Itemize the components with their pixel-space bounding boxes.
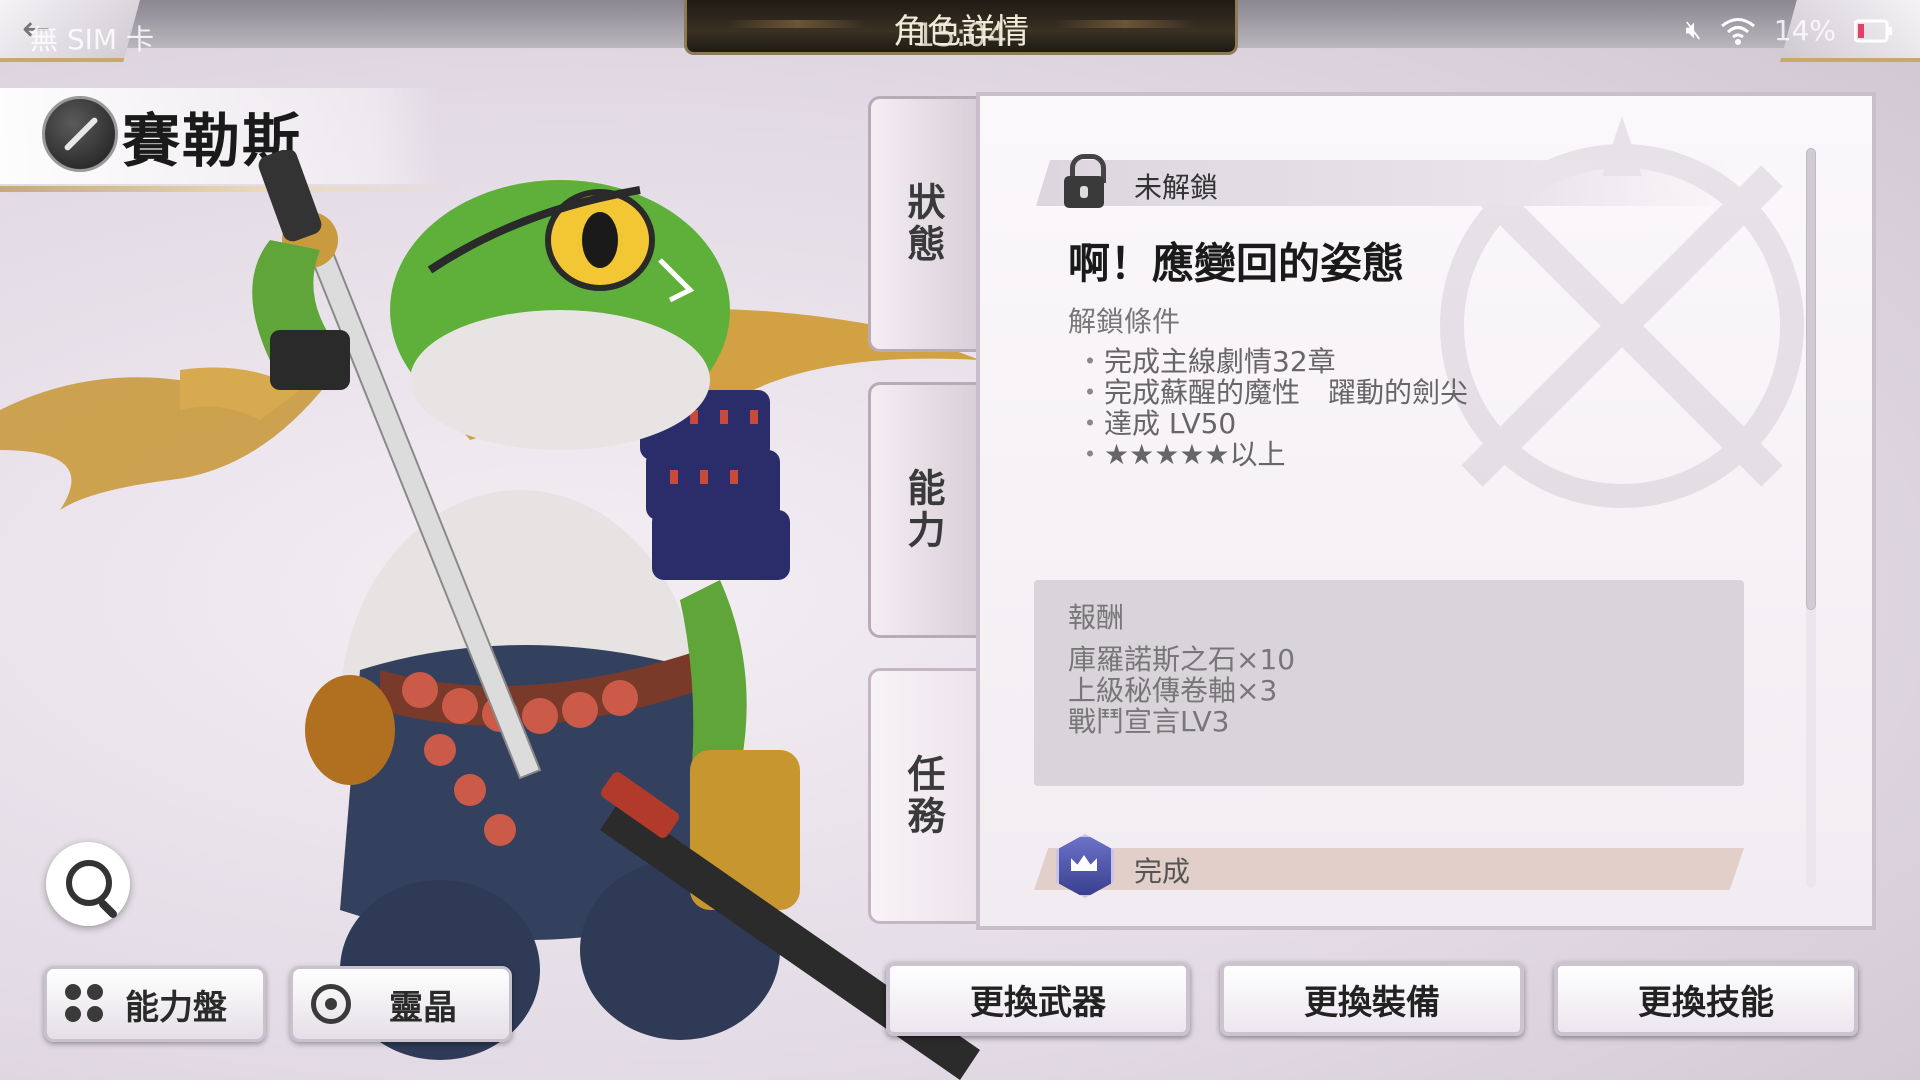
spirit-crystal-label: 靈晶 xyxy=(389,987,457,1028)
zoom-button[interactable] xyxy=(46,842,130,926)
tab-status[interactable]: 狀態 xyxy=(868,96,976,352)
tab-status-label: 狀態 xyxy=(901,182,946,266)
character-art xyxy=(0,150,980,1080)
search-icon-handle xyxy=(97,898,119,920)
carrier-text: 無 SIM 卡 xyxy=(30,23,154,56)
scrollbar[interactable] xyxy=(1806,148,1816,888)
lock-icon xyxy=(1062,154,1106,210)
quest-panel: 未解鎖 啊！應變回的姿態 解鎖條件 完成主線劇情32章 完成蘇醒的魔性 躍動的劍… xyxy=(976,92,1876,930)
reward-item: 庫羅諾斯之石×10 xyxy=(1068,643,1296,676)
change-equipment-button[interactable]: 更換裝備 xyxy=(1220,962,1524,1036)
ability-board-button[interactable]: 能力盤 xyxy=(44,966,266,1042)
completion-label: 完成 xyxy=(1134,855,1191,888)
battery-percent: 14% xyxy=(1773,14,1836,47)
search-icon xyxy=(66,860,112,906)
condition-item: 完成蘇醒的魔性 躍動的劍尖 xyxy=(1076,377,1468,408)
reward-list: 庫羅諾斯之石×10 上級秘傳卷軸×3 戰鬥宣言LV3 xyxy=(1068,644,1295,737)
change-weapon-button[interactable]: 更換武器 xyxy=(886,962,1190,1036)
reward-label: 報酬 xyxy=(1068,601,1125,634)
reward-box: 報酬 庫羅諾斯之石×10 上級秘傳卷軸×3 戰鬥宣言LV3 xyxy=(1034,580,1744,786)
tab-ability[interactable]: 能力 xyxy=(868,382,976,638)
title-plate: 角色詳情 15:04 xyxy=(684,0,1238,55)
change-skill-button[interactable]: 更換技能 xyxy=(1554,962,1858,1036)
ability-board-label: 能力盤 xyxy=(125,987,227,1028)
spirit-crystal-button[interactable]: 靈晶 xyxy=(290,966,512,1042)
system-icons: 🔇︎ 14% xyxy=(1685,14,1894,47)
lock-status: 未解鎖 xyxy=(1134,171,1219,204)
tab-quest[interactable]: 任務 xyxy=(868,668,976,924)
condition-list: 完成主線劇情32章 完成蘇醒的魔性 躍動的劍尖 達成 LV50 ★★★★★以上 xyxy=(1076,346,1468,470)
ability-grid-icon xyxy=(65,984,105,1024)
unlock-condition-label: 解鎖條件 xyxy=(1068,305,1181,338)
condition-item: ★★★★★以上 xyxy=(1076,439,1468,470)
condition-item: 達成 LV50 xyxy=(1076,408,1468,439)
status-clock: 15:04 xyxy=(914,16,1008,54)
reward-item: 上級秘傳卷軸×3 xyxy=(1068,674,1278,707)
tab-quest-label: 任務 xyxy=(901,754,946,838)
battery-icon xyxy=(1854,19,1892,42)
condition-item: 完成主線劇情32章 xyxy=(1076,346,1468,377)
crystal-gear-icon xyxy=(311,984,351,1024)
mute-icon: 🔇︎ xyxy=(1685,15,1702,45)
reward-item: 戰鬥宣言LV3 xyxy=(1068,705,1230,738)
quest-title: 啊！應變回的姿態 xyxy=(1068,239,1405,288)
wifi-icon xyxy=(1720,17,1755,45)
scrollbar-thumb[interactable] xyxy=(1806,148,1816,610)
tab-ability-label: 能力 xyxy=(901,468,946,552)
